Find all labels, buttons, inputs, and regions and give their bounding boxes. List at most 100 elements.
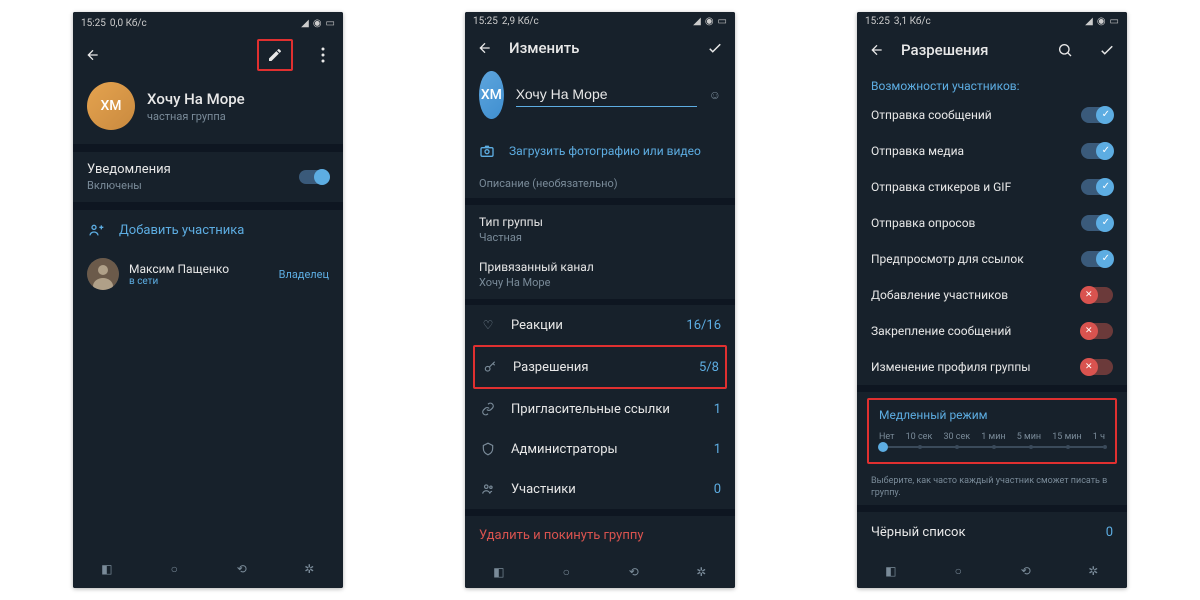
- divider: [465, 509, 735, 516]
- back-icon[interactable]: [867, 40, 887, 60]
- divider: [73, 202, 343, 210]
- linked-label: Привязанный канал: [465, 254, 735, 276]
- blacklist-row[interactable]: Чёрный список 0: [857, 512, 1127, 552]
- invite-value: 1: [714, 402, 721, 417]
- group-name-input[interactable]: [516, 82, 697, 107]
- nav-back-icon[interactable]: ⟲: [1017, 562, 1035, 580]
- phone-screen-2: 15:25 2,9 Кб/с ◢ ◉ ▭ Изменить ХМ ☺ Загру…: [465, 12, 735, 588]
- permission-label: Предпросмотр для ссылок: [871, 252, 1071, 266]
- status-time: 15:25: [865, 16, 890, 27]
- divider: [857, 385, 1127, 392]
- nav-bar: ◧ ○ ⟲ ✲: [73, 548, 343, 588]
- permission-row: Предпросмотр для ссылок: [857, 241, 1127, 277]
- members-value: 0: [714, 482, 721, 497]
- slow-tick-label: 15 мин: [1052, 432, 1081, 442]
- permission-toggle[interactable]: [1081, 143, 1113, 159]
- permission-label: Закрепление сообщений: [871, 324, 1071, 338]
- permission-row: Закрепление сообщений: [857, 313, 1127, 349]
- header-title: Разрешения: [901, 41, 1041, 59]
- member-row[interactable]: Максим Пащенко в сети Владелец: [73, 250, 343, 298]
- nav-home-icon[interactable]: ○: [557, 563, 575, 581]
- status-net: 0,0 Кб/с: [110, 18, 147, 29]
- slow-tick-label: 10 сек: [906, 432, 933, 442]
- notifications-row: Уведомления Включены: [73, 152, 343, 202]
- divider: [857, 505, 1127, 512]
- nav-back-icon[interactable]: ⟲: [233, 560, 251, 578]
- invite-links-row[interactable]: Пригласительные ссылки 1: [465, 389, 735, 429]
- reactions-value: 16/16: [686, 318, 721, 333]
- wifi-icon: ◉: [313, 18, 322, 29]
- members-row[interactable]: Участники 0: [465, 469, 735, 509]
- nav-home-icon[interactable]: ○: [165, 560, 183, 578]
- nav-menu-icon[interactable]: ◧: [98, 560, 116, 578]
- slow-tick-label: Нет: [879, 432, 894, 442]
- description-placeholder[interactable]: Описание (необязательно): [465, 169, 735, 198]
- member-avatar: [87, 258, 119, 290]
- admins-label: Администраторы: [511, 442, 700, 457]
- wifi-icon: ◉: [705, 16, 714, 27]
- permission-toggle[interactable]: [1081, 251, 1113, 267]
- notif-sub: Включены: [87, 179, 285, 192]
- search-icon[interactable]: [1055, 40, 1075, 60]
- group-avatar[interactable]: ХМ: [479, 71, 504, 119]
- back-icon[interactable]: [83, 45, 103, 65]
- status-time: 15:25: [81, 18, 106, 29]
- back-icon[interactable]: [475, 38, 495, 58]
- nav-bar: ◧ ○ ⟲ ✲: [465, 555, 735, 588]
- emoji-icon[interactable]: ☺: [709, 85, 721, 105]
- add-member-label: Добавить участника: [119, 223, 244, 238]
- header-bar: [73, 34, 343, 76]
- add-member-row[interactable]: Добавить участника: [73, 210, 343, 250]
- status-bar: 15:25 0,0 Кб/с ◢ ◉ ▭: [73, 12, 343, 34]
- battery-icon: ▭: [326, 18, 335, 29]
- header-bar: Разрешения: [857, 32, 1127, 69]
- delete-group-row[interactable]: Удалить и покинуть группу: [465, 516, 735, 555]
- nav-accessibility-icon[interactable]: ✲: [1084, 562, 1102, 580]
- permission-row: Отправка опросов: [857, 205, 1127, 241]
- slow-mode-desc: Выберите, как часто каждый участник смож…: [857, 470, 1127, 505]
- notif-toggle[interactable]: [299, 170, 329, 184]
- permission-row: Отправка медиа: [857, 133, 1127, 169]
- status-net: 3,1 Кб/с: [894, 16, 931, 27]
- camera-icon: [479, 143, 495, 159]
- confirm-check-icon[interactable]: [1097, 40, 1117, 60]
- permission-toggle[interactable]: [1081, 107, 1113, 123]
- admins-row[interactable]: Администраторы 1: [465, 429, 735, 469]
- slow-tick-label: 1 мин: [981, 432, 1005, 442]
- upload-photo-row[interactable]: Загрузить фотографию или видео: [465, 133, 735, 169]
- nav-menu-icon[interactable]: ◧: [882, 562, 900, 580]
- signal-icon: ◢: [1085, 16, 1093, 27]
- permission-toggle[interactable]: [1081, 359, 1113, 375]
- battery-icon: ▭: [718, 16, 727, 27]
- wifi-icon: ◉: [1097, 16, 1106, 27]
- confirm-check-icon[interactable]: [705, 38, 725, 58]
- slow-mode-slider[interactable]: [881, 446, 1103, 448]
- reactions-row[interactable]: ♡ Реакции 16/16: [465, 305, 735, 345]
- nav-accessibility-icon[interactable]: ✲: [300, 560, 318, 578]
- permissions-row[interactable]: Разрешения 5/8: [475, 347, 725, 387]
- nav-back-icon[interactable]: ⟲: [625, 563, 643, 581]
- section-title: Возможности участников:: [857, 69, 1127, 97]
- members-label: Участники: [511, 482, 700, 497]
- permission-toggle[interactable]: [1081, 323, 1113, 339]
- nav-accessibility-icon[interactable]: ✲: [692, 563, 710, 581]
- status-bar: 15:25 2,9 Кб/с ◢ ◉ ▭: [465, 12, 735, 30]
- shield-icon: [479, 442, 497, 456]
- edit-pencil-icon[interactable]: [265, 45, 285, 65]
- permission-toggle[interactable]: [1081, 215, 1113, 231]
- signal-icon: ◢: [301, 18, 309, 29]
- permission-label: Отправка опросов: [871, 216, 1071, 230]
- nav-home-icon[interactable]: ○: [949, 562, 967, 580]
- reactions-label: Реакции: [511, 318, 672, 333]
- permission-toggle[interactable]: [1081, 287, 1113, 303]
- permission-row: Отправка стикеров и GIF: [857, 169, 1127, 205]
- nav-menu-icon[interactable]: ◧: [490, 563, 508, 581]
- permission-toggle[interactable]: [1081, 179, 1113, 195]
- phone-screen-1: 15:25 0,0 Кб/с ◢ ◉ ▭ ХМ Хочу На Море час…: [73, 12, 343, 588]
- edit-profile-row: ХМ ☺: [465, 65, 735, 133]
- more-icon[interactable]: [313, 45, 333, 65]
- slow-tick-label: 30 сек: [943, 432, 970, 442]
- type-value: Частная: [465, 231, 735, 254]
- slider-thumb[interactable]: [878, 442, 888, 452]
- invite-label: Пригласительные ссылки: [511, 402, 700, 417]
